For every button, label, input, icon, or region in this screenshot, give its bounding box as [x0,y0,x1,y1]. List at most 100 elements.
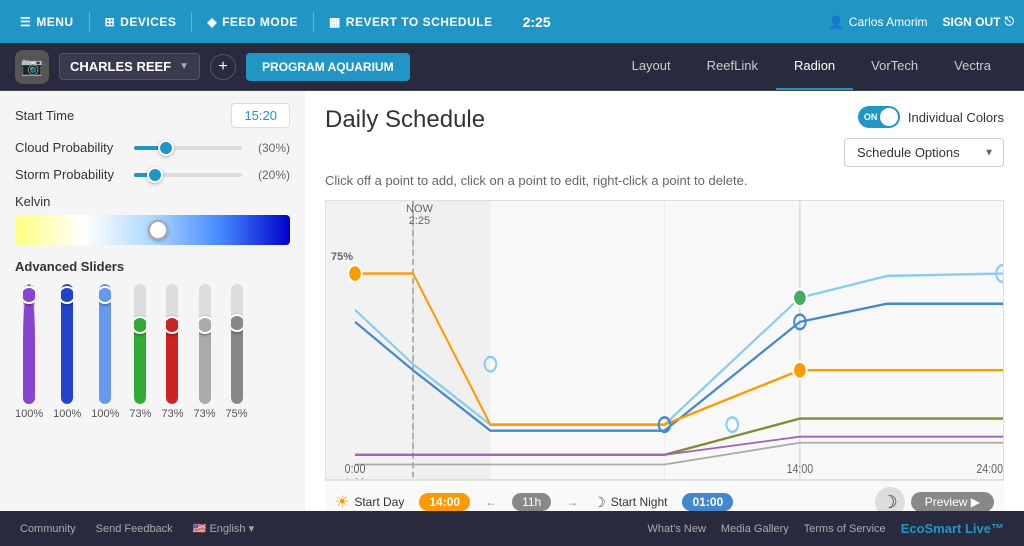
main-content-area: Daily Schedule ON Individual Colors Sche… [305,91,1024,511]
slider-purple-pct: 100% [15,408,43,420]
slider-gray[interactable] [199,284,211,404]
slider-darkgray-pct: 75% [226,408,248,420]
ecosmart-logo: EcoSmart Live™ [901,521,1004,536]
slider-gray-pct: 73% [193,408,215,420]
storm-label: Storm Probability [15,167,124,182]
schedule-options-select[interactable]: Schedule Options [844,138,1004,167]
tab-layout[interactable]: Layout [614,43,689,90]
pct-75-label: 75% [331,251,353,263]
nav-divider [313,12,314,32]
individual-colors-toggle[interactable]: ON [858,106,900,128]
devices-button[interactable]: ⊞ DEVICES [95,0,187,43]
start-time-row: Start Time 15:20 [15,103,290,128]
nav-right-section: 👤 Carlos Amorim SIGN OUT ⎋ [829,14,1014,29]
svg-text:14:00: 14:00 [787,461,814,476]
schedule-options-wrapper: Schedule Options [844,138,1004,167]
slider-purple[interactable] [23,284,35,404]
tab-vortech[interactable]: VorTech [853,43,936,90]
slider-col-darkgray: 75% [226,284,248,420]
terms-link[interactable]: Terms of Service [804,523,886,535]
start-time-value[interactable]: 15:20 [231,103,290,128]
moon-icon: ☽ [593,494,606,511]
devices-icon: ⊞ [105,15,116,29]
slider-lightblue[interactable] [99,284,111,404]
menu-icon: ☰ [20,15,31,29]
schedule-chart[interactable]: 75% NOW 2:25 [325,200,1004,480]
tab-navigation: Layout ReefLink Radion VorTech Vectra [614,43,1009,90]
slider-col-red: 73% [161,284,183,420]
revert-icon: ▦ [329,15,341,29]
feed-mode-button[interactable]: ◆ FEED MODE [197,0,308,43]
feed-icon: ◆ [207,15,217,29]
cloud-slider[interactable] [134,146,243,150]
slider-blue[interactable] [61,284,73,404]
user-info: 👤 Carlos Amorim [829,15,928,29]
footer-bar: Community Send Feedback 🇺🇸 English ▾ Wha… [0,511,1024,546]
storm-slider[interactable] [134,173,243,177]
advanced-sliders-row: 100% 100% 100% [15,284,290,420]
kelvin-slider[interactable] [15,215,290,245]
language-selector[interactable]: 🇺🇸 English ▾ [193,522,254,535]
nav-divider [191,12,192,32]
toggle-ball [880,108,898,126]
tab-reeflink[interactable]: ReefLink [689,43,776,90]
signout-button[interactable]: SIGN OUT ⎋ [942,14,1014,29]
slider-col-green: 73% [129,284,151,420]
start-night-time[interactable]: 01:00 [682,493,733,511]
add-tank-button[interactable]: + [210,54,236,80]
cloud-pct: (30%) [252,141,290,155]
slider-red[interactable] [166,284,178,404]
second-nav-row: 📷 CHARLES REEF ▼ + PROGRAM AQUARIUM Layo… [0,43,1024,91]
feedback-link[interactable]: Send Feedback [96,523,173,535]
arrow-left-icon: → [566,495,578,509]
media-gallery-link[interactable]: Media Gallery [721,523,789,535]
start-time-label: Start Time [15,108,231,123]
svg-text:0:00: 0:00 [345,461,366,476]
slider-col-gray: 73% [193,284,215,420]
nav-divider [89,12,90,32]
storm-probability-row: Storm Probability (20%) [15,167,290,182]
duration-chip: 11h [512,493,551,511]
slider-col-lightblue: 100% [91,284,119,420]
slider-col-purple: 100% [15,284,43,420]
top-navigation: ☰ MENU ⊞ DEVICES ◆ FEED MODE ▦ REVERT TO… [0,0,1024,43]
toggle-on-label: ON [864,112,878,122]
community-link[interactable]: Community [20,523,76,535]
slider-green-pct: 73% [129,408,151,420]
kelvin-label: Kelvin [15,194,290,209]
tank-selector[interactable]: CHARLES REEF ▼ [59,53,200,80]
sun-icon: ☀ [335,492,349,511]
start-night-label: Start Night [611,495,668,509]
chart-svg: 0:00 1:00 14:00 24:00 [326,201,1003,479]
instagram-icon[interactable]: 📷 [15,50,49,84]
footer-right: What's New Media Gallery Terms of Servic… [648,521,1004,536]
daily-schedule-header: Daily Schedule ON Individual Colors Sche… [325,106,1004,167]
slider-green[interactable] [134,284,146,404]
current-time: 2:25 [508,14,566,30]
menu-button[interactable]: ☰ MENU [10,0,84,43]
advanced-sliders-label: Advanced Sliders [15,259,290,274]
revert-schedule-button[interactable]: ▦ REVERT TO SCHEDULE [319,0,503,43]
svg-text:24:00: 24:00 [976,461,1003,476]
left-settings-panel: Start Time 15:20 Cloud Probability (30%)… [0,91,305,511]
program-aquarium-button[interactable]: PROGRAM AQUARIUM [246,53,410,81]
slider-darkgray[interactable] [231,284,243,404]
start-day-indicator: ☀ Start Day [335,492,404,511]
svg-text:1:00: 1:00 [345,475,366,479]
chevron-down-icon: ▼ [179,61,189,72]
whats-new-link[interactable]: What's New [648,523,706,535]
preview-button[interactable]: Preview ▶ [911,492,994,511]
start-day-time[interactable]: 14:00 [419,493,470,511]
cloud-probability-row: Cloud Probability (30%) [15,140,290,155]
storm-pct: (20%) [252,168,290,182]
slider-lightblue-pct: 100% [91,408,119,420]
now-label: NOW 2:25 [406,203,433,227]
start-night-indicator: ☽ Start Night [593,494,667,511]
tab-radion[interactable]: Radion [776,43,853,90]
kelvin-thumb [148,220,168,240]
user-icon: 👤 [829,15,844,29]
slider-col-blue: 100% [53,284,81,420]
daily-schedule-title: Daily Schedule [325,106,485,134]
tab-vectra[interactable]: Vectra [936,43,1009,90]
header-right-controls: ON Individual Colors Schedule Options [844,106,1004,167]
